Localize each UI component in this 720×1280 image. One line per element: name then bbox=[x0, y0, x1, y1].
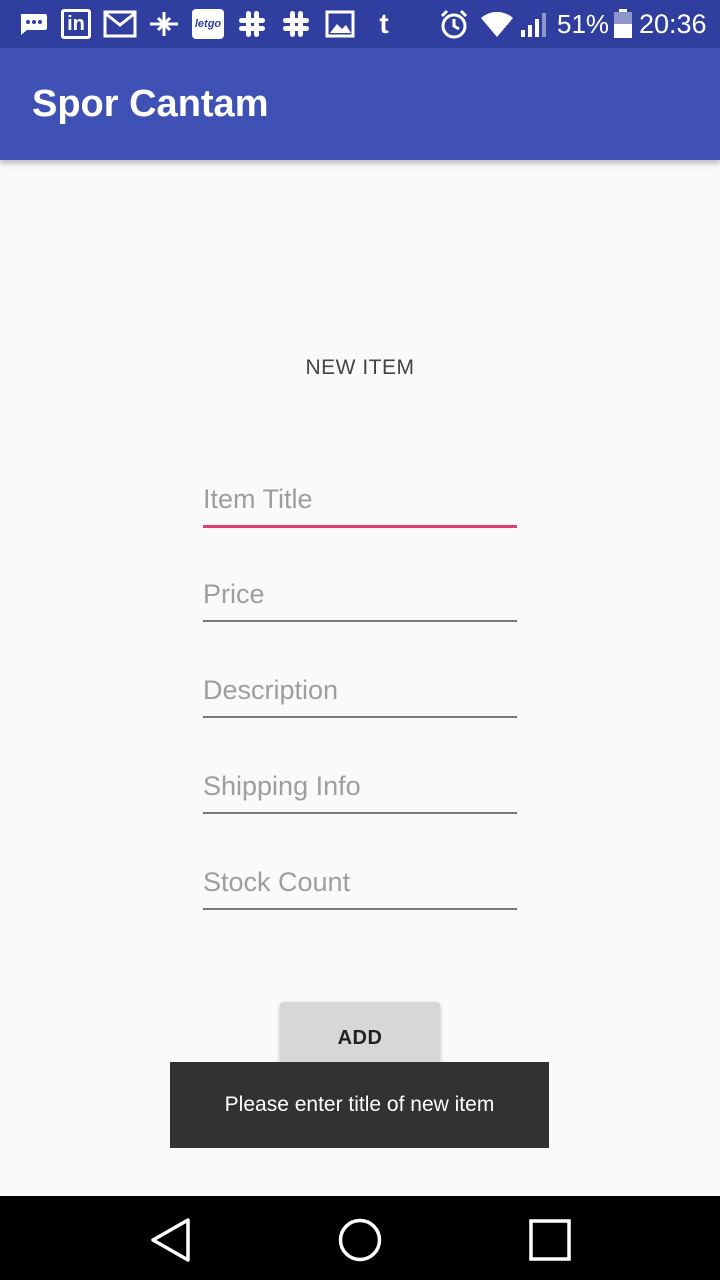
form-heading: NEW ITEM bbox=[305, 356, 415, 379]
toast-message: Please enter title of new item bbox=[170, 1062, 549, 1148]
price-input[interactable] bbox=[203, 562, 517, 622]
alarm-icon bbox=[438, 9, 470, 39]
app-title: Spor Cantam bbox=[32, 83, 269, 125]
slack-icon bbox=[281, 10, 311, 38]
linkedin-label: in bbox=[61, 9, 91, 39]
signal-icon bbox=[520, 10, 550, 38]
plane-icon bbox=[148, 10, 180, 38]
letgo-label: letgo bbox=[192, 9, 224, 39]
new-item-form: NEW ITEM ADD Please enter title of new i… bbox=[0, 160, 720, 1196]
item-title-field[interactable] bbox=[203, 468, 517, 528]
gmail-icon bbox=[103, 10, 137, 38]
home-icon[interactable] bbox=[336, 1216, 384, 1264]
back-icon[interactable] bbox=[146, 1216, 194, 1264]
navigation-bar bbox=[0, 1196, 720, 1280]
letgo-icon: letgo bbox=[192, 9, 224, 39]
price-field[interactable] bbox=[203, 562, 517, 622]
description-field[interactable] bbox=[203, 658, 517, 718]
shipping-info-field[interactable] bbox=[203, 754, 517, 814]
app-bar: Spor Cantam bbox=[0, 48, 720, 160]
toast-text: Please enter title of new item bbox=[224, 1093, 495, 1116]
stock-count-field[interactable] bbox=[203, 850, 517, 910]
status-bar: in letgo t 51% 20:36 bbox=[0, 0, 720, 48]
linkedin-icon: in bbox=[60, 9, 92, 39]
battery-percent: 51% bbox=[557, 9, 610, 39]
description-input[interactable] bbox=[203, 658, 517, 718]
wifi-icon bbox=[480, 10, 514, 38]
item-title-input[interactable] bbox=[203, 468, 517, 528]
slack-icon bbox=[237, 10, 267, 38]
battery-icon bbox=[613, 9, 633, 38]
image-icon bbox=[325, 10, 355, 38]
tumblr-icon: t bbox=[372, 8, 396, 39]
stock-count-input[interactable] bbox=[203, 850, 517, 910]
shipping-info-input[interactable] bbox=[203, 754, 517, 814]
messages-icon bbox=[18, 10, 48, 38]
tumblr-label: t bbox=[379, 8, 389, 39]
recents-icon[interactable] bbox=[526, 1216, 574, 1264]
clock: 20:36 bbox=[639, 9, 707, 39]
